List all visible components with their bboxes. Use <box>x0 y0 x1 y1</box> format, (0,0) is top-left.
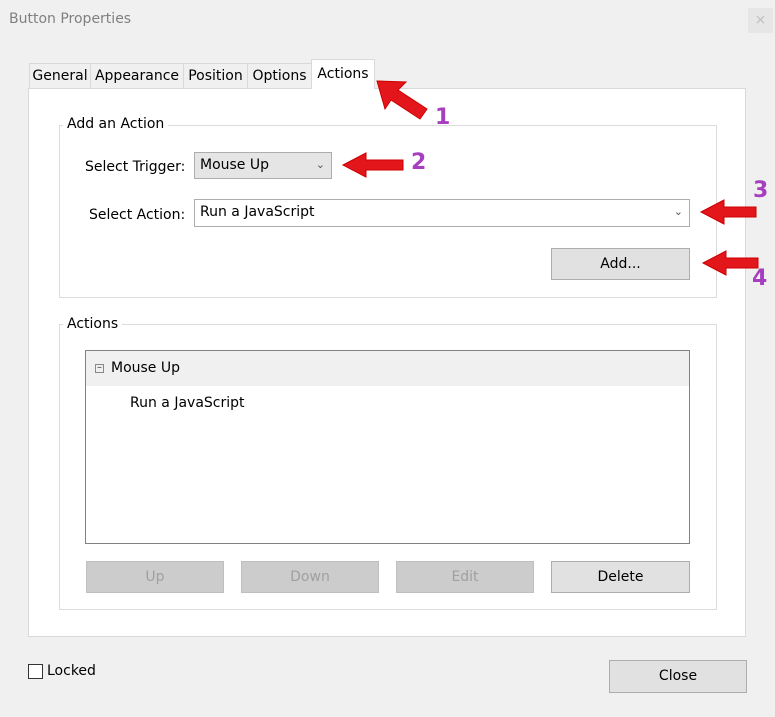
delete-button[interactable]: Delete <box>551 561 690 593</box>
tab-position[interactable]: Position <box>183 63 248 88</box>
edit-button[interactable]: Edit <box>396 561 534 593</box>
tree-action-item[interactable]: Run a JavaScript <box>130 395 245 411</box>
up-button[interactable]: Up <box>86 561 224 593</box>
tab-general[interactable]: General <box>29 63 91 88</box>
actions-group-label: Actions <box>63 316 123 332</box>
close-icon[interactable]: × <box>748 8 773 33</box>
tree-trigger-label: Mouse Up <box>111 360 181 376</box>
actions-list[interactable]: – Mouse Up Run a JavaScript <box>85 350 690 544</box>
trigger-label: Select Trigger: <box>85 159 186 175</box>
tab-appearance[interactable]: Appearance <box>90 63 184 88</box>
add-button[interactable]: Add... <box>551 248 690 280</box>
chevron-down-icon: ⌄ <box>673 205 683 218</box>
trigger-select[interactable]: Mouse Up ⌄ <box>194 152 332 179</box>
window-title: Button Properties <box>9 11 132 27</box>
action-select-value: Run a JavaScript <box>200 204 315 220</box>
action-select[interactable]: Run a JavaScript ⌄ <box>194 199 690 227</box>
close-button[interactable]: Close <box>609 660 747 693</box>
annotation-arrow-3 <box>699 199 757 225</box>
locked-checkbox[interactable] <box>28 664 43 679</box>
trigger-select-value: Mouse Up <box>200 157 270 173</box>
annotation-arrow-1 <box>376 80 428 120</box>
chevron-down-icon: ⌄ <box>315 158 325 171</box>
annotation-number-3: 3 <box>753 178 769 203</box>
add-action-group-label: Add an Action <box>63 116 169 132</box>
annotation-number-2: 2 <box>411 150 427 175</box>
annotation-arrow-2 <box>341 152 404 178</box>
tree-row-trigger[interactable]: – Mouse Up <box>86 351 689 386</box>
annotation-number-4: 4 <box>752 266 768 291</box>
collapse-icon[interactable]: – <box>95 363 104 373</box>
annotation-number-1: 1 <box>435 105 451 130</box>
annotation-arrow-4 <box>701 250 759 276</box>
action-label: Select Action: <box>89 207 186 223</box>
locked-label: Locked <box>47 663 96 679</box>
tab-options[interactable]: Options <box>247 63 312 88</box>
tab-actions[interactable]: Actions <box>311 59 375 89</box>
down-button[interactable]: Down <box>241 561 379 593</box>
